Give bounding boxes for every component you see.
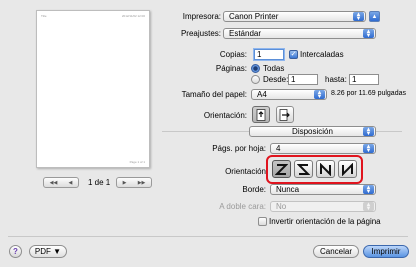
pages-all-radio[interactable] [251, 64, 260, 73]
popup-arrows-icon: ▲ ▼ [363, 185, 374, 194]
layout-n-button[interactable] [338, 160, 357, 178]
s-order-icon [297, 163, 310, 175]
next-page-icon[interactable]: ▶ [123, 180, 127, 186]
z-order-icon [275, 163, 288, 175]
copies-field[interactable]: 1 [254, 49, 284, 60]
prev-page-icon[interactable]: ◀ [69, 180, 73, 186]
border-value: Nunca [276, 185, 300, 194]
layout-s-button[interactable] [294, 160, 313, 178]
layout-orientation-label: Orientación [225, 167, 266, 176]
pages-all-label: Todas [263, 64, 285, 73]
pages-from-field[interactable]: 1 [288, 74, 318, 85]
printer-value: Canon Printer [229, 12, 279, 21]
n-order-icon [342, 162, 353, 176]
last-page-icon[interactable]: ▶▶ [138, 180, 146, 186]
pdf-button[interactable]: PDF ▼ [29, 245, 67, 258]
reverse-orientation-label: Invertir orientación de la página [269, 217, 381, 226]
pages-to-label: hasta: [325, 75, 347, 84]
printer-label: Impresora: [182, 12, 221, 21]
paper-size-label: Tamaño del papel: [181, 90, 247, 99]
popup-arrows-icon: ▲ ▼ [363, 127, 374, 136]
print-button[interactable]: Imprimir [363, 245, 409, 258]
popup-arrows-icon: ▲ ▼ [353, 12, 364, 21]
layout-n-reverse-button[interactable] [316, 160, 335, 178]
two-sided-label: A doble cara: [219, 202, 266, 211]
border-select[interactable]: Nunca ▲ ▼ [270, 184, 376, 195]
landscape-orientation-button[interactable] [276, 106, 294, 123]
layout-z-button[interactable] [272, 160, 291, 178]
copies-label: Copias: [219, 50, 247, 59]
pager-next-last[interactable]: ▶ ▶▶ [116, 177, 152, 188]
paper-size-select[interactable]: A4 ▲ ▼ [251, 89, 327, 100]
pages-range-radio[interactable] [251, 75, 260, 84]
reverse-orientation-checkbox[interactable] [258, 217, 267, 226]
paper-size-dims: 8.26 por 11.69 pulgadas [331, 90, 406, 97]
popup-arrows-icon: ▲ ▼ [363, 29, 374, 38]
pages-per-sheet-value: 4 [276, 144, 281, 153]
pages-label: Páginas: [215, 64, 247, 73]
paper-size-value: A4 [257, 90, 267, 99]
preview-header-right: 2012/11/02 12:00 [121, 14, 145, 18]
popup-arrows-icon: ▲ ▼ [363, 144, 374, 153]
n-reverse-order-icon [320, 162, 331, 176]
two-sided-value: No [276, 202, 287, 211]
print-preview-page: Title 2012/11/02 12:00 Page 1 of 1 [36, 10, 150, 168]
landscape-icon [279, 108, 290, 121]
presets-select[interactable]: Estándar ▲ ▼ [223, 28, 376, 39]
layout-direction-group [272, 160, 357, 178]
disclosure-arrow-icon: ▲ [371, 13, 378, 20]
pages-from-label: Desde: [263, 75, 289, 84]
collated-label: Intercaladas [300, 50, 344, 59]
portrait-icon [256, 108, 266, 121]
collated-checkbox[interactable]: ✓ [289, 50, 298, 59]
section-value: Disposición [292, 127, 333, 136]
popup-arrows-icon: ▲ ▼ [314, 90, 325, 99]
help-icon[interactable]: ? [9, 245, 22, 258]
printer-disclosure-button[interactable]: ▲ [369, 11, 380, 22]
portrait-orientation-button[interactable] [252, 106, 270, 123]
pages-per-sheet-label: Págs. por hoja: [212, 144, 266, 153]
two-sided-select[interactable]: No ▲ ▼ [270, 201, 376, 212]
footer-divider [8, 236, 408, 237]
preview-header-left: Title [41, 14, 47, 18]
orientation-label: Orientación: [203, 111, 247, 120]
preview-footer: Page 1 of 1 [129, 160, 145, 164]
border-label: Borde: [242, 185, 266, 194]
section-select[interactable]: Disposición ▲ ▼ [249, 126, 376, 137]
first-page-icon[interactable]: ◀◀ [50, 180, 58, 186]
pages-to-field[interactable]: 1 [349, 74, 379, 85]
presets-label: Preajustes: [180, 29, 221, 38]
pages-per-sheet-select[interactable]: 4 ▲ ▼ [270, 143, 376, 154]
pager-first-prev[interactable]: ◀◀ ◀ [43, 177, 79, 188]
printer-select[interactable]: Canon Printer ▲ ▼ [223, 11, 366, 22]
pager-page-text: 1 de 1 [88, 178, 111, 187]
presets-value: Estándar [229, 29, 262, 38]
cancel-button[interactable]: Cancelar [313, 245, 359, 258]
popup-arrows-icon: ▲ ▼ [363, 202, 374, 211]
